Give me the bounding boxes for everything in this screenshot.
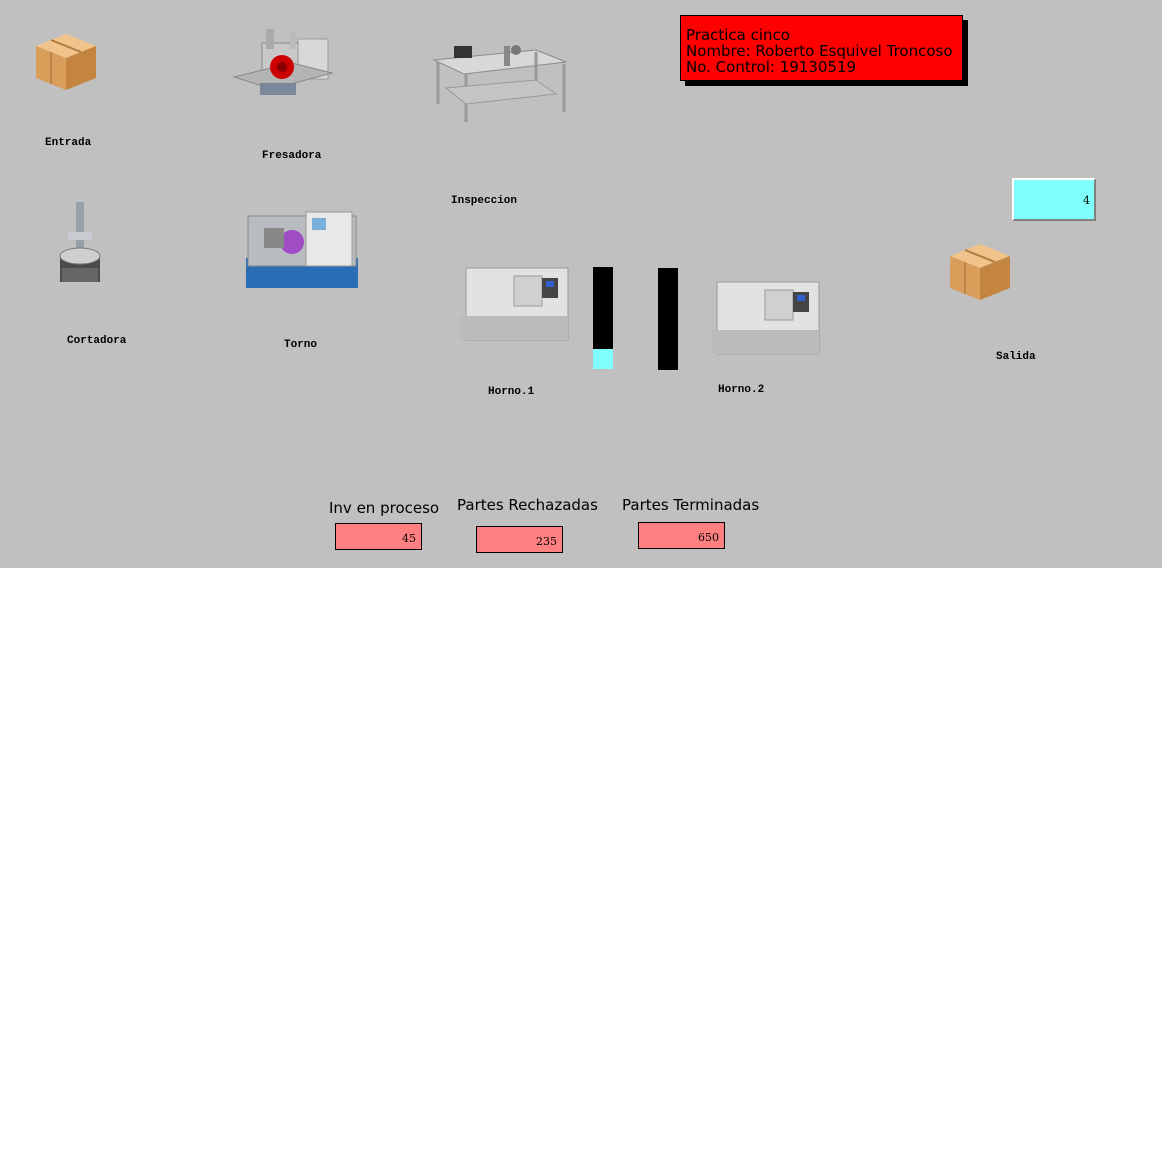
queue-1-bar — [593, 267, 613, 369]
inv-label: Inv en proceso — [329, 499, 440, 517]
box-icon — [36, 34, 96, 90]
oven-1-icon — [460, 267, 569, 341]
cutting-machine-icon — [59, 202, 101, 282]
terminadas-value-box: 650 — [638, 522, 725, 549]
queue-2-bar — [658, 268, 678, 370]
header-line-3: No. Control: 19130519 — [686, 58, 857, 76]
milling-machine-icon — [232, 29, 334, 95]
inspeccion-label: Inspeccion — [451, 195, 518, 207]
salida-counter: 4 — [1012, 178, 1096, 221]
lathe-icon — [246, 211, 358, 288]
box-icon — [950, 244, 1010, 300]
entrada-label: Entrada — [45, 137, 92, 149]
header-line-2: Nombre: Roberto Esquivel Troncoso — [686, 42, 953, 60]
terminadas-label: Partes Terminadas — [622, 496, 760, 514]
salida-label: Salida — [996, 351, 1036, 363]
fresadora-label: Fresadora — [262, 150, 322, 162]
rechazadas-label: Partes Rechazadas — [457, 496, 598, 514]
header-line-1: Practica cinco — [686, 26, 790, 44]
oven-2-icon — [711, 281, 820, 355]
queue-1-fill — [593, 349, 613, 369]
inspection-table-icon — [432, 45, 567, 122]
cortadora-label: Cortadora — [67, 335, 127, 347]
rechazadas-value-box: 235 — [476, 526, 563, 553]
horno2-label: Horno.2 — [718, 384, 765, 396]
header-info-box: Practica cinco Nombre: Roberto Esquivel … — [680, 15, 963, 81]
inv-value-box: 45 — [335, 523, 422, 550]
simulation-canvas: Practica cinco Nombre: Roberto Esquivel … — [0, 0, 1162, 568]
torno-label: Torno — [284, 339, 318, 351]
horno1-label: Horno.1 — [488, 386, 535, 398]
